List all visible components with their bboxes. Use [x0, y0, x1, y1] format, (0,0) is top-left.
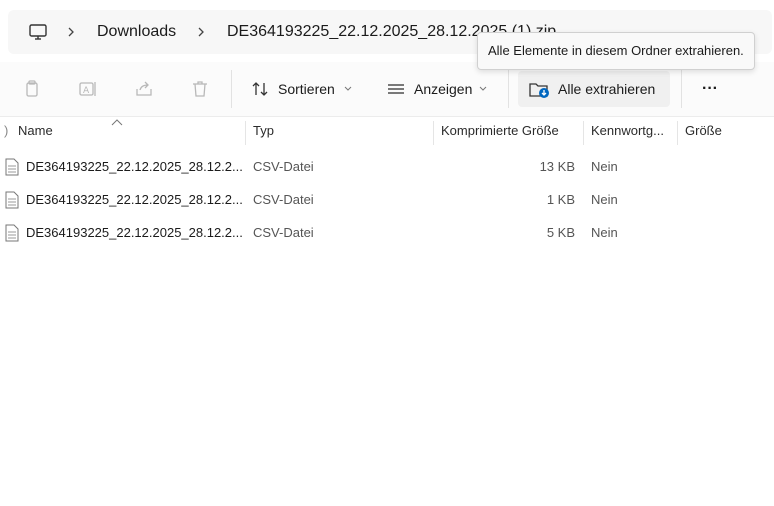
column-type[interactable]: Typ	[253, 117, 274, 145]
file-name: DE364193225_22.12.2025_28.12.2...	[26, 159, 243, 174]
chevron-down-icon	[479, 86, 487, 91]
more-options-button[interactable]: ···	[690, 71, 730, 107]
svg-text:A: A	[83, 86, 90, 96]
rename-icon[interactable]: A	[78, 79, 98, 99]
copy-icon[interactable]	[22, 79, 42, 99]
column-separator[interactable]	[677, 121, 678, 145]
column-separator[interactable]	[433, 121, 434, 145]
sort-label: Sortieren	[278, 81, 335, 97]
column-header: ) Name Typ Komprimierte Größe Kennwortg.…	[0, 117, 774, 145]
extract-folder-icon	[529, 83, 549, 98]
delete-icon[interactable]	[190, 79, 210, 99]
column-header-edge: )	[4, 123, 9, 138]
file-type: CSV-Datei	[253, 192, 314, 207]
breadcrumb-downloads[interactable]: Downloads	[97, 10, 176, 54]
file-type: CSV-Datei	[253, 159, 314, 174]
toolbar-separator	[231, 70, 232, 108]
file-password: Nein	[591, 159, 618, 174]
extract-all-label: Alle extrahieren	[558, 81, 656, 97]
file-password: Nein	[591, 225, 618, 240]
command-bar: A Sortieren Anzeigen Alle extrahieren ··…	[0, 62, 774, 117]
file-type: CSV-Datei	[253, 225, 314, 240]
file-password: Nein	[591, 192, 618, 207]
file-icon	[5, 191, 19, 209]
view-icon	[388, 84, 404, 94]
column-password[interactable]: Kennwortg...	[591, 117, 664, 145]
this-pc-icon[interactable]	[28, 22, 48, 42]
extract-all-button[interactable]: Alle extrahieren	[518, 71, 670, 107]
file-icon	[5, 224, 19, 242]
column-size[interactable]: Größe	[685, 117, 722, 145]
file-compressed-size: 5 KB	[546, 225, 575, 240]
file-icon	[5, 158, 19, 176]
file-compressed-size: 1 KB	[546, 192, 575, 207]
column-compressed-size[interactable]: Komprimierte Größe	[441, 117, 559, 145]
sort-icon	[252, 82, 268, 96]
column-separator[interactable]	[245, 121, 246, 145]
view-button[interactable]: Anzeigen	[382, 71, 498, 107]
chevron-right-icon[interactable]	[64, 25, 78, 39]
file-compressed-size: 13 KB	[539, 159, 575, 174]
column-separator[interactable]	[583, 121, 584, 145]
share-icon[interactable]	[134, 79, 154, 99]
file-row[interactable]: DE364193225_22.12.2025_28.12.2... CSV-Da…	[0, 218, 774, 248]
column-name[interactable]: Name	[18, 117, 53, 145]
file-row[interactable]: DE364193225_22.12.2025_28.12.2... CSV-Da…	[0, 185, 774, 215]
file-name: DE364193225_22.12.2025_28.12.2...	[26, 192, 243, 207]
chevron-right-icon[interactable]	[194, 25, 208, 39]
sort-ascending-icon	[111, 119, 123, 126]
toolbar-separator	[508, 70, 509, 108]
sort-button[interactable]: Sortieren	[246, 71, 366, 107]
file-row[interactable]: DE364193225_22.12.2025_28.12.2... CSV-Da…	[0, 152, 774, 182]
view-label: Anzeigen	[414, 81, 473, 97]
file-name: DE364193225_22.12.2025_28.12.2...	[26, 225, 243, 240]
toolbar-separator	[681, 70, 682, 108]
chevron-down-icon	[344, 86, 352, 91]
extract-tooltip: Alle Elemente in diesem Ordner extrahier…	[477, 32, 755, 70]
